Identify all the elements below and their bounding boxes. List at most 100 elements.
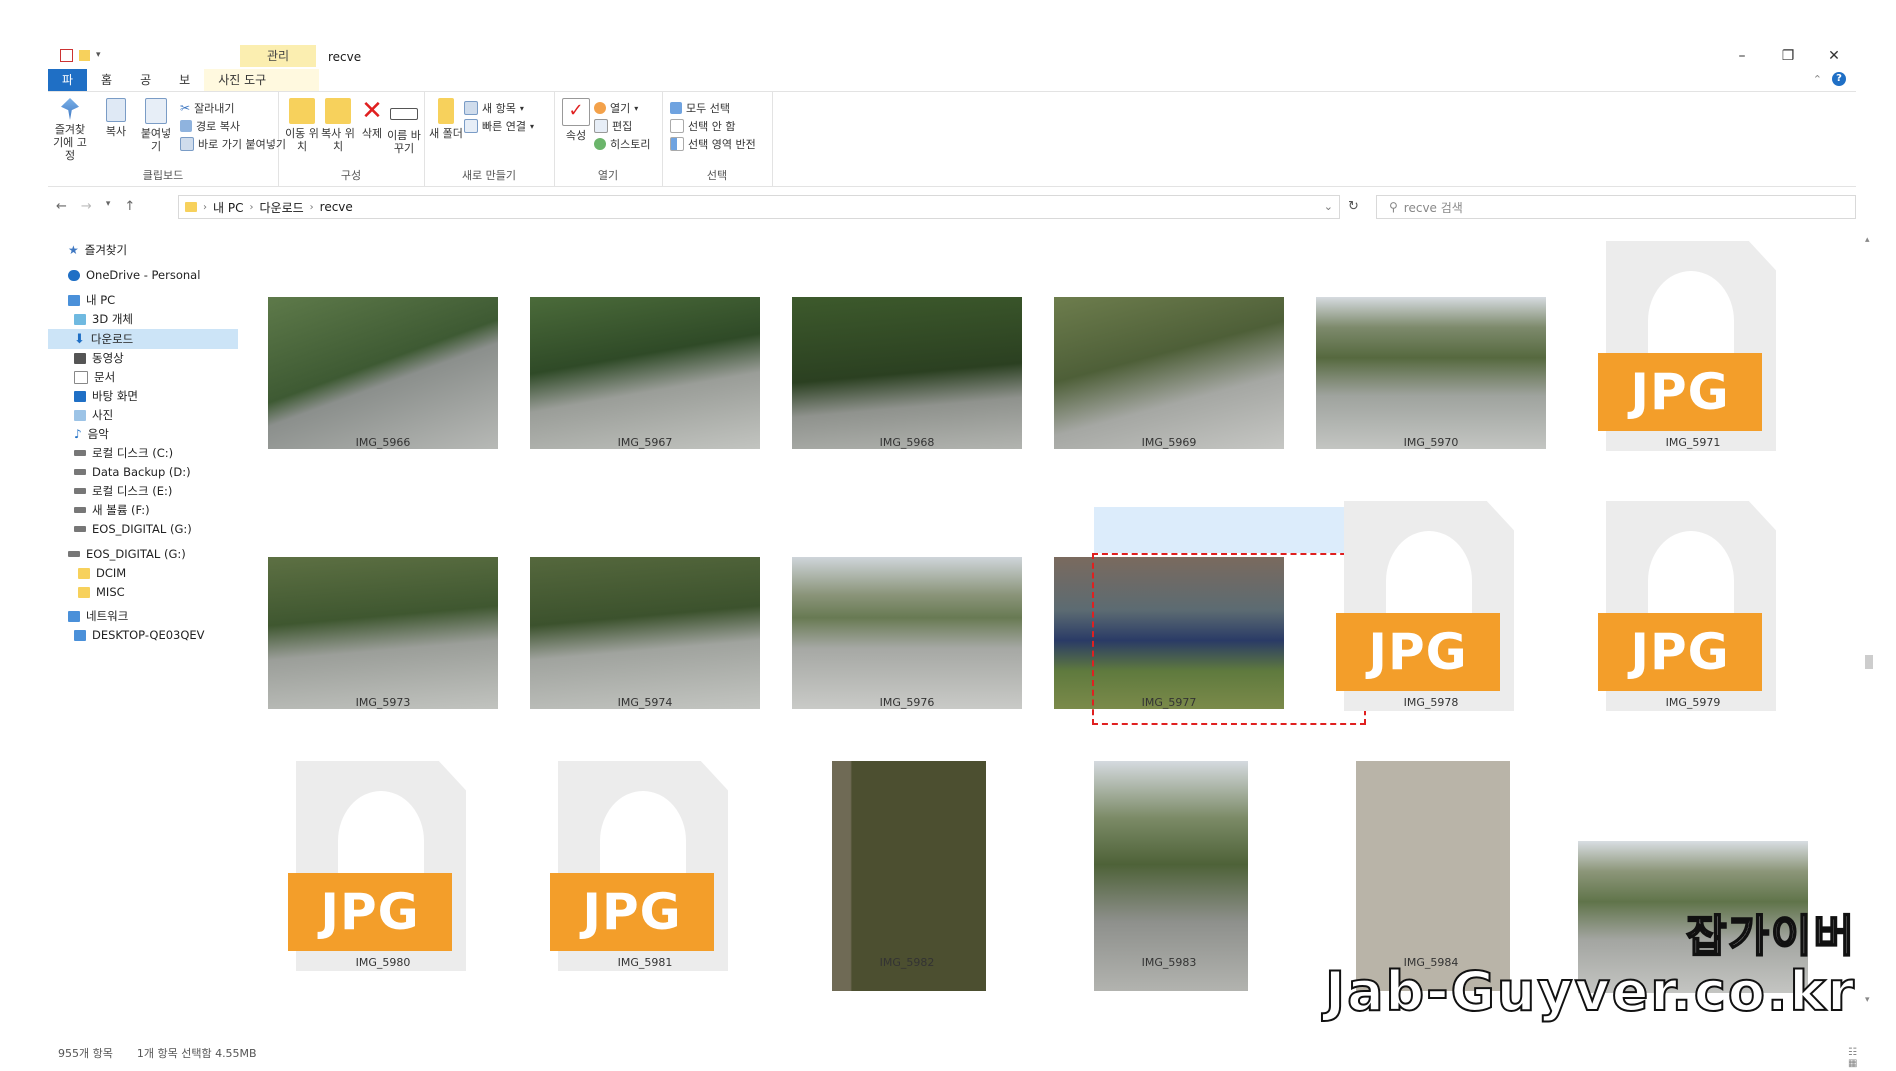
- open-button[interactable]: 열기 ▾: [594, 100, 638, 116]
- paste-shortcut-button[interactable]: 바로 가기 붙여넣기: [180, 136, 286, 152]
- file-tile[interactable]: IMG_5969: [1044, 251, 1284, 461]
- jpg-badge: JPG: [288, 873, 452, 951]
- file-tile[interactable]: JPG IMG_5971: [1568, 241, 1798, 461]
- view-toggle-icons[interactable]: ☷ ▦: [1848, 1047, 1857, 1069]
- back-arrow-icon[interactable]: ←: [56, 199, 67, 214]
- group-label-clipboard: 클립보드: [142, 169, 184, 182]
- group-select: 모두 선택 선택 안 함 선택 영역 반전 선택: [662, 92, 773, 186]
- history-button[interactable]: 히스토리: [594, 136, 650, 152]
- nav-drive-c[interactable]: 로컬 디스크 (C:): [74, 444, 173, 462]
- scroll-down-icon[interactable]: ▾: [1865, 995, 1870, 1005]
- paste-button[interactable]: 붙여넣기: [136, 98, 176, 153]
- nav-thispc[interactable]: 내 PC: [68, 291, 115, 309]
- nav-desktop[interactable]: 바탕 화면: [74, 387, 138, 405]
- refresh-icon[interactable]: ↻: [1348, 199, 1359, 214]
- nav-label: EOS_DIGITAL (G:): [92, 522, 192, 536]
- file-tile[interactable]: IMG_5976: [782, 511, 1022, 721]
- chevron-up-icon[interactable]: ⌃: [1813, 73, 1822, 86]
- file-tile[interactable]: IMG_5970: [1306, 251, 1546, 461]
- pin-button[interactable]: 즐겨찾기에 고정: [50, 98, 90, 162]
- move-to-button[interactable]: 이동 위치: [282, 98, 322, 153]
- nav-3d-objects[interactable]: 3D 개체: [74, 310, 133, 328]
- tab-home[interactable]: 홈: [87, 69, 126, 91]
- nav-drive-e[interactable]: 로컬 디스크 (E:): [74, 482, 172, 500]
- nav-videos[interactable]: 동영상: [74, 349, 124, 367]
- nav-network[interactable]: 네트워크: [68, 607, 128, 625]
- breadcrumb-thispc[interactable]: 내 PC: [213, 199, 243, 216]
- help-icon[interactable]: ?: [1832, 72, 1846, 86]
- close-button[interactable]: ✕: [1824, 45, 1844, 67]
- file-tile[interactable]: IMG_5973: [258, 511, 498, 721]
- cut-button[interactable]: ✂ 잘라내기: [180, 100, 235, 116]
- file-tile[interactable]: IMG_5974: [520, 511, 760, 721]
- invert-selection-button[interactable]: 선택 영역 반전: [670, 136, 756, 152]
- nav-drive-d[interactable]: Data Backup (D:): [74, 463, 191, 481]
- nav-misc[interactable]: MISC: [78, 583, 125, 601]
- forward-arrow-icon[interactable]: →: [81, 199, 92, 214]
- copy-path-button[interactable]: 경로 복사: [180, 118, 240, 134]
- nav-drive-g[interactable]: EOS_DIGITAL (G:): [74, 520, 192, 538]
- address-dropdown-icon[interactable]: ⌄: [1324, 200, 1333, 213]
- recent-chevron-icon[interactable]: ▾: [106, 199, 111, 214]
- file-tile[interactable]: IMG_5967: [520, 251, 760, 461]
- breadcrumb-downloads[interactable]: 다운로드: [259, 199, 303, 216]
- jpg-badge: JPG: [1598, 613, 1762, 691]
- new-folder-button[interactable]: 새 폴더: [426, 98, 466, 140]
- copy-button[interactable]: 복사: [96, 98, 136, 138]
- file-tile[interactable]: IMG_5966: [258, 251, 498, 461]
- nav-favorites[interactable]: ★ 즐겨찾기: [68, 241, 127, 259]
- vertical-scrollbar[interactable]: ▴ ▾: [1863, 235, 1875, 1005]
- file-tile[interactable]: JPG IMG_5981: [520, 761, 750, 981]
- nav-documents[interactable]: 문서: [74, 368, 115, 386]
- move-folder-icon: [289, 98, 315, 124]
- nav-label: 로컬 디스크 (E:): [92, 484, 173, 498]
- nav-dcim[interactable]: DCIM: [78, 564, 126, 582]
- file-tile[interactable]: IMG_5968: [782, 251, 1022, 461]
- properties-button[interactable]: ✓ 속성: [556, 98, 596, 142]
- file-name: IMG_5973: [355, 696, 411, 709]
- nav-onedrive[interactable]: OneDrive - Personal: [68, 266, 200, 284]
- jpg-file-icon: JPG: [1336, 501, 1516, 711]
- folder-icon: [78, 586, 90, 598]
- search-box[interactable]: ⚲ recve 검색: [1376, 195, 1856, 219]
- properties-icon[interactable]: [60, 49, 73, 62]
- breadcrumb-recve[interactable]: recve: [320, 200, 353, 214]
- select-none-button[interactable]: 선택 안 함: [670, 118, 735, 134]
- new-item-button[interactable]: 새 항목 ▾: [464, 100, 524, 116]
- nav-music[interactable]: ♪ 음악: [74, 425, 109, 443]
- file-tile[interactable]: JPG IMG_5980: [258, 761, 488, 981]
- nav-pictures[interactable]: 사진: [74, 406, 113, 424]
- paste-icon: [145, 98, 167, 124]
- chevron-right-icon: ›: [249, 201, 254, 213]
- file-tile[interactable]: JPG IMG_5979: [1568, 501, 1798, 721]
- edit-button[interactable]: 편집: [594, 118, 632, 134]
- easy-access-button[interactable]: 빠른 연결 ▾: [464, 118, 534, 134]
- address-bar[interactable]: › 내 PC › 다운로드 › recve ⌄: [178, 195, 1340, 219]
- group-label-select: 선택: [706, 169, 728, 182]
- nav-drive-f[interactable]: 새 볼륨 (F:): [74, 501, 150, 519]
- minimize-button[interactable]: –: [1732, 45, 1752, 67]
- nav-label: 즐겨찾기: [84, 243, 128, 257]
- scrollbar-thumb[interactable]: [1865, 655, 1873, 669]
- scroll-up-icon[interactable]: ▴: [1865, 235, 1870, 245]
- tab-share[interactable]: 공유: [126, 69, 165, 109]
- chevron-down-icon[interactable]: ▾: [96, 50, 101, 61]
- nav-desktop-pc[interactable]: DESKTOP-QE03QEV: [74, 626, 205, 644]
- nav-downloads[interactable]: ⬇ 다운로드: [74, 330, 133, 348]
- context-tab-manage[interactable]: 관리: [240, 45, 316, 67]
- file-tile[interactable]: IMG_5983: [1044, 761, 1274, 991]
- copy-folder-icon: [325, 98, 351, 124]
- select-all-button[interactable]: 모두 선택: [670, 100, 730, 116]
- folder-icon[interactable]: [79, 50, 90, 61]
- tab-view[interactable]: 보기: [165, 69, 204, 109]
- rename-button[interactable]: 이름 바꾸기: [384, 98, 424, 155]
- up-arrow-icon[interactable]: ↑: [124, 199, 135, 214]
- history-label: 히스토리: [610, 138, 651, 151]
- nav-eos-digital[interactable]: EOS_DIGITAL (G:): [68, 545, 186, 563]
- select-all-icon: [670, 102, 682, 114]
- tab-picture-tools[interactable]: 사진 도구: [204, 69, 320, 91]
- restore-button[interactable]: ❐: [1778, 45, 1798, 67]
- file-tile[interactable]: IMG_5982: [782, 761, 1012, 991]
- file-tile[interactable]: JPG IMG_5978: [1306, 501, 1536, 721]
- tab-file[interactable]: 파일: [48, 69, 88, 109]
